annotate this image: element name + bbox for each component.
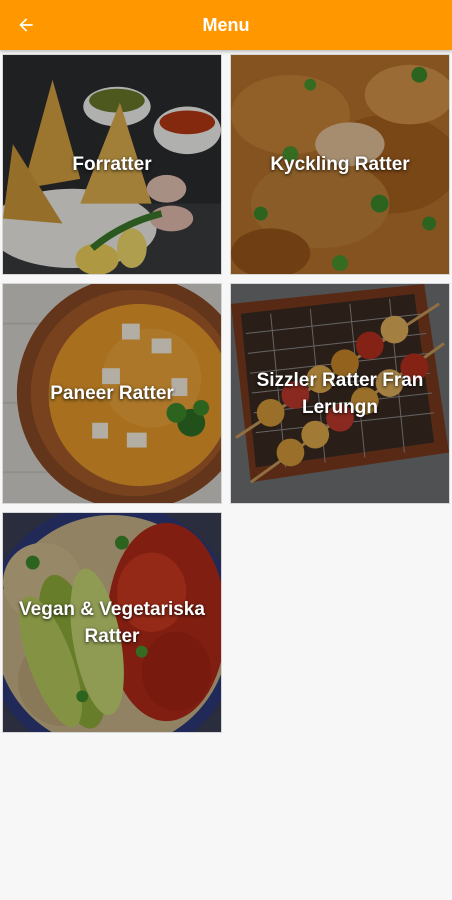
category-label: Paneer Ratter	[50, 383, 174, 404]
category-tile-sizzler[interactable]: Sizzler Ratter Fran Lerungn	[230, 283, 450, 504]
category-tile-vegan[interactable]: Vegan & Vegetariska Ratter	[2, 512, 222, 733]
category-label: Vegan & Vegetariska Ratter	[19, 598, 205, 647]
category-label: Sizzler Ratter Fran Lerungn	[256, 369, 424, 418]
category-label: Forratter	[72, 154, 152, 175]
back-button[interactable]	[8, 7, 44, 43]
arrow-left-icon	[19, 18, 33, 32]
category-tile-kyckling[interactable]: Kyckling Ratter	[230, 54, 450, 275]
category-tile-forratter[interactable]: Forratter	[2, 54, 222, 275]
category-label: Kyckling Ratter	[270, 154, 410, 175]
page-title: Menu	[202, 14, 250, 35]
category-tile-paneer[interactable]: Paneer Ratter	[2, 283, 222, 504]
app-bar: Menu	[0, 0, 452, 50]
